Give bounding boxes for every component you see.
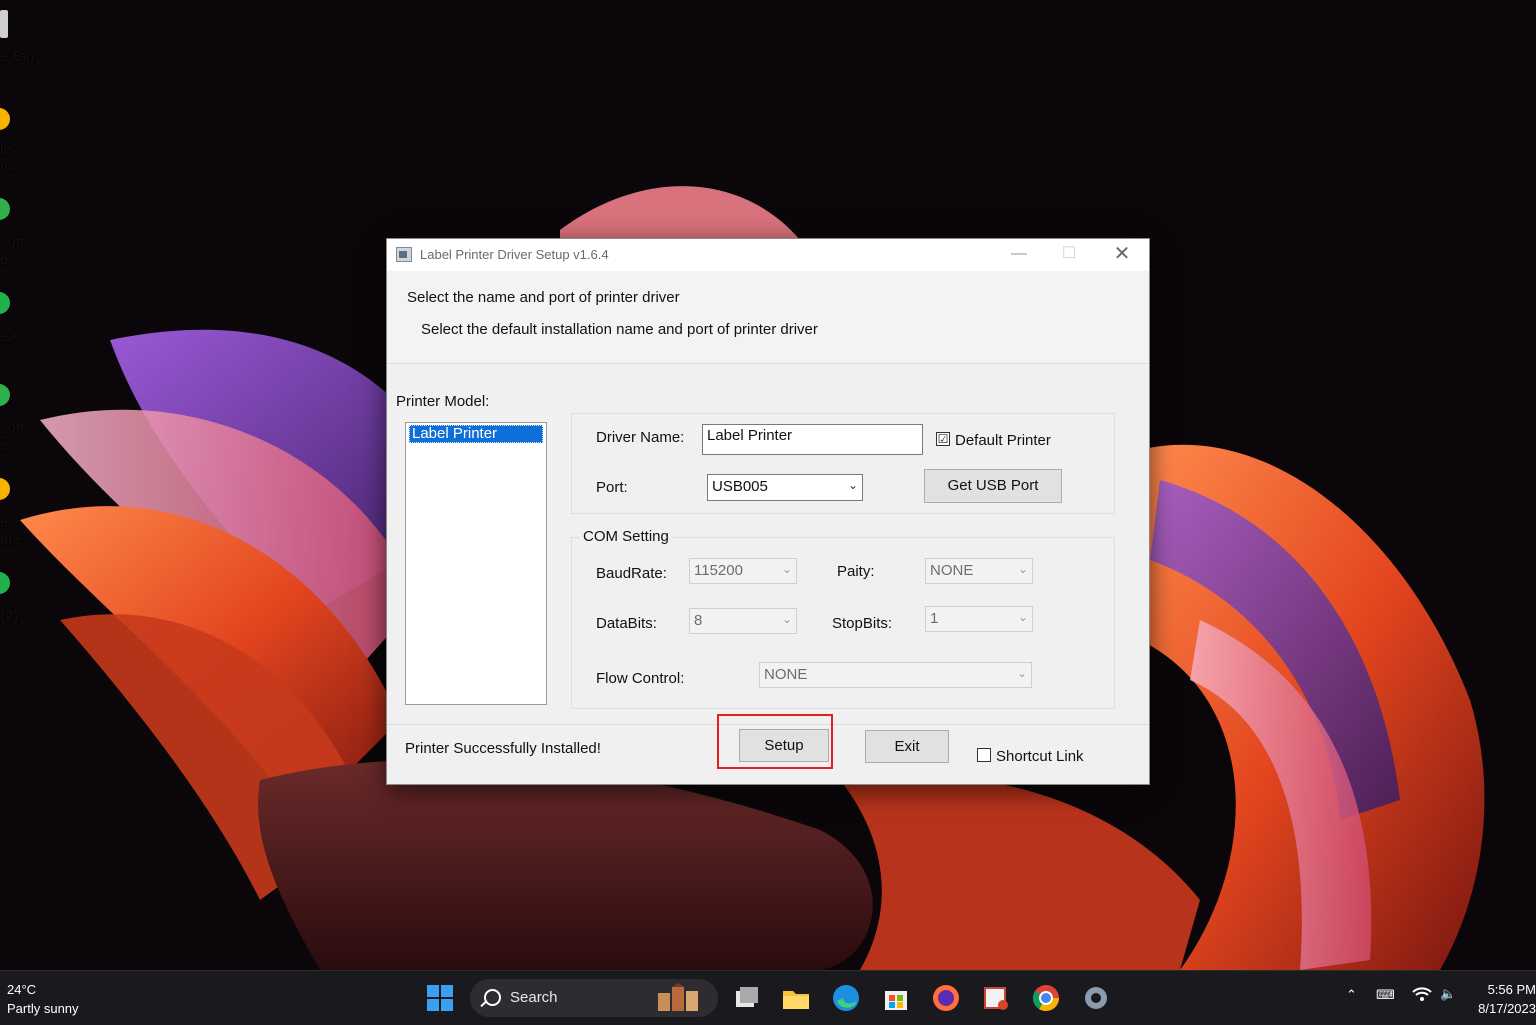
window-title: Label Printer Driver Setup v1.6.4 bbox=[420, 247, 609, 262]
shortcut-link-checkbox[interactable] bbox=[977, 748, 991, 762]
stopbits-value: 1 bbox=[930, 610, 939, 627]
port-label: Port: bbox=[596, 479, 628, 496]
printer-model-list[interactable]: Label Printer bbox=[405, 422, 547, 705]
task-view-icon[interactable] bbox=[732, 983, 762, 1013]
windows-start-icon[interactable] bbox=[425, 983, 455, 1013]
exit-button[interactable]: Exit bbox=[865, 730, 949, 763]
volume-icon[interactable]: 🔈 bbox=[1440, 986, 1456, 1002]
printer-model-label: Printer Model: bbox=[396, 393, 490, 410]
status-text: Printer Successfully Installed! bbox=[405, 740, 601, 757]
weather-temp: 24°C bbox=[7, 982, 37, 997]
default-printer-label: Default Printer bbox=[955, 432, 1051, 449]
header-title: Select the name and port of printer driv… bbox=[407, 289, 680, 306]
desktop-icon-label: le me bbox=[0, 141, 21, 175]
databits-value: 8 bbox=[694, 612, 703, 629]
list-item-label-printer[interactable]: Label Printer bbox=[409, 425, 543, 443]
parity-dropdown[interactable]: NONE ⌄ bbox=[925, 558, 1033, 584]
driver-name-label: Driver Name: bbox=[596, 429, 685, 446]
clock[interactable]: 5:56 PM 8/17/2023 bbox=[1474, 980, 1536, 1018]
chevron-down-icon: ⌄ bbox=[781, 562, 792, 576]
desktop-icon-label: e Bin bbox=[0, 48, 35, 65]
snipping-tool-icon[interactable] bbox=[981, 983, 1011, 1013]
desktop-icon-label: soft e bbox=[0, 420, 25, 454]
firefox-icon[interactable] bbox=[931, 983, 961, 1013]
desktop-icon-label: eX bbox=[0, 328, 19, 345]
driver-setup-window: Label Printer Driver Setup v1.6.4 — ☐ ✕ … bbox=[386, 238, 1150, 785]
header-subtitle: Select the default installation name and… bbox=[421, 321, 818, 338]
baudrate-dropdown[interactable]: 115200 ⌄ bbox=[689, 558, 797, 584]
shortcut-link-label: Shortcut Link bbox=[996, 748, 1084, 765]
search-icon bbox=[484, 989, 501, 1006]
settings-icon[interactable] bbox=[1081, 983, 1111, 1013]
flow-control-dropdown[interactable]: NONE ⌄ bbox=[759, 662, 1032, 688]
file-explorer-icon[interactable] bbox=[781, 983, 811, 1013]
port-dropdown[interactable]: USB005 ⌄ bbox=[707, 474, 863, 501]
databits-label: DataBits: bbox=[596, 615, 657, 632]
get-usb-port-button[interactable]: Get USB Port bbox=[924, 469, 1062, 503]
chrome-icon[interactable] bbox=[1031, 983, 1061, 1013]
driver-name-field[interactable]: Label Printer bbox=[702, 424, 923, 455]
stopbits-dropdown[interactable]: 1 ⌄ bbox=[925, 606, 1033, 632]
setup-button[interactable]: Setup bbox=[739, 729, 829, 762]
desktop-icon-label: e - me bbox=[0, 514, 21, 548]
app-window-icon bbox=[396, 247, 412, 262]
search-box[interactable]: Search bbox=[470, 979, 718, 1017]
keyboard-icon[interactable]: ⌨ bbox=[1376, 987, 1395, 1003]
header-panel: Select the name and port of printer driv… bbox=[387, 271, 1149, 364]
clock-date: 8/17/2023 bbox=[1478, 1001, 1536, 1016]
chevron-down-icon: ⌄ bbox=[847, 478, 858, 492]
desktop-icon-label: soft e bbox=[0, 234, 25, 268]
store-icon[interactable] bbox=[881, 983, 911, 1013]
clock-time: 5:56 PM bbox=[1487, 982, 1536, 997]
weather-desc: Partly sunny bbox=[7, 1001, 79, 1016]
close-button[interactable]: ✕ bbox=[1097, 239, 1147, 271]
flow-control-label: Flow Control: bbox=[596, 670, 685, 687]
chevron-down-icon: ⌄ bbox=[1017, 562, 1028, 576]
default-printer-checkbox[interactable]: ☑ bbox=[936, 432, 950, 446]
com-setting-title: COM Setting bbox=[580, 528, 672, 545]
parity-value: NONE bbox=[930, 562, 974, 579]
baudrate-value: 115200 bbox=[694, 562, 743, 579]
chevron-down-icon: ⌄ bbox=[1016, 666, 1027, 680]
parity-label: Paity: bbox=[837, 563, 875, 580]
baudrate-label: BaudRate: bbox=[596, 565, 667, 582]
search-label: Search bbox=[510, 989, 558, 1006]
weather-widget[interactable]: 24°C Partly sunny bbox=[7, 980, 79, 1018]
desktop-icon-label: (2) bbox=[0, 608, 19, 625]
port-value: USB005 bbox=[712, 478, 768, 495]
flow-control-value: NONE bbox=[764, 666, 808, 683]
maximize-button[interactable]: ☐ bbox=[1044, 239, 1094, 271]
recycle-bin-icon bbox=[0, 10, 8, 38]
databits-dropdown[interactable]: 8 ⌄ bbox=[689, 608, 797, 634]
chevron-down-icon: ⌄ bbox=[1017, 610, 1028, 624]
minimize-button[interactable]: — bbox=[994, 239, 1044, 271]
chevron-down-icon: ⌄ bbox=[781, 612, 792, 626]
edge-icon[interactable] bbox=[831, 983, 861, 1013]
search-highlight-image bbox=[658, 983, 698, 1011]
taskbar: 24°C Partly sunny Search ⌃ ⌨ 🔈 5:56 PM 8… bbox=[0, 970, 1536, 1025]
stopbits-label: StopBits: bbox=[832, 615, 893, 632]
show-hidden-icons[interactable]: ⌃ bbox=[1346, 987, 1357, 1003]
wifi-icon[interactable] bbox=[1412, 986, 1432, 1005]
title-bar[interactable]: Label Printer Driver Setup v1.6.4 — ☐ ✕ bbox=[387, 239, 1149, 271]
